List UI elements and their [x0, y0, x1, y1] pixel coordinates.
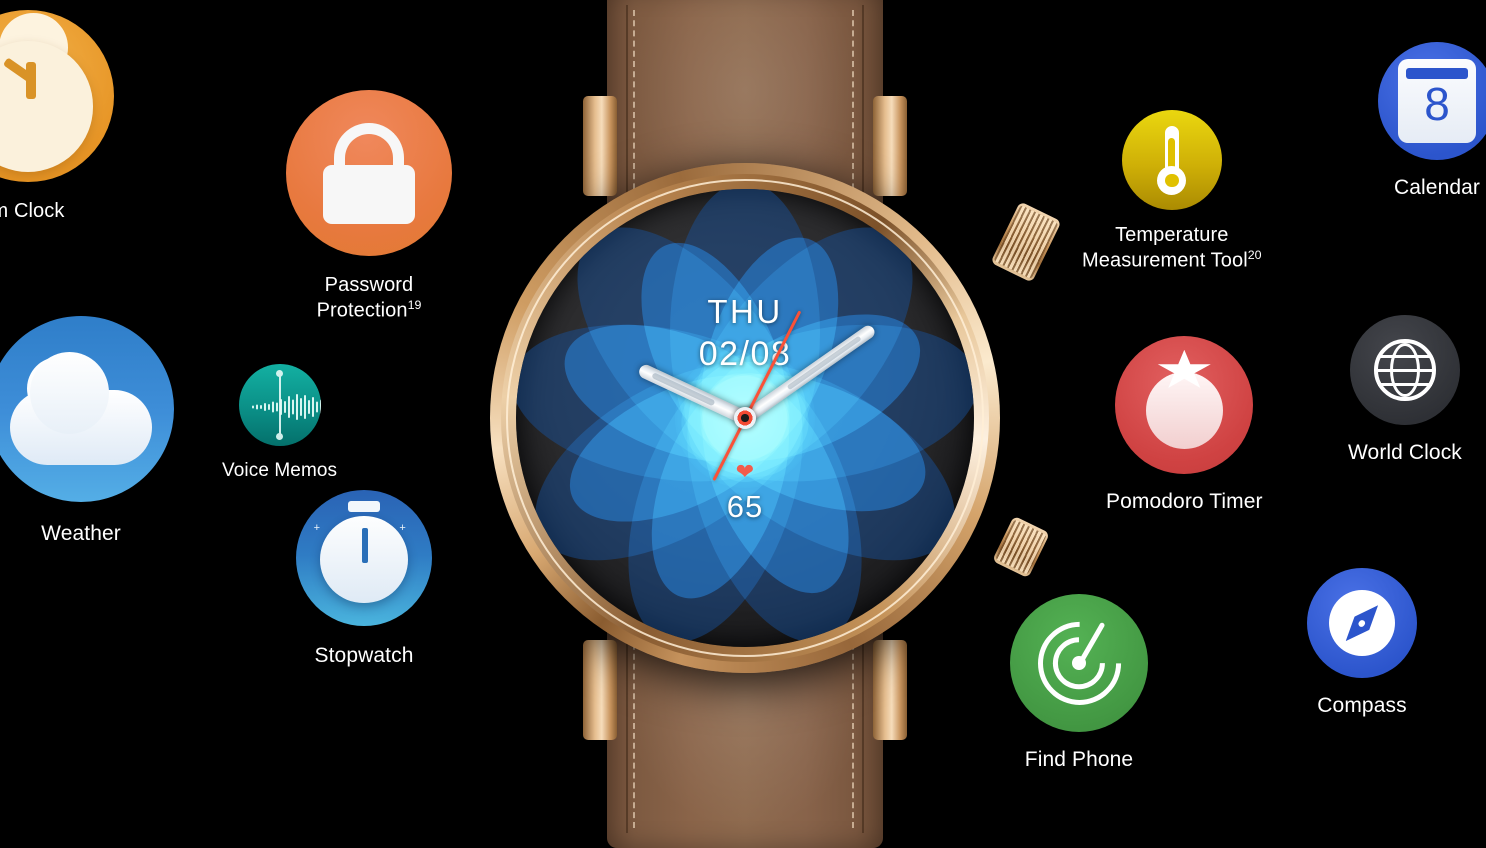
strap-seam-right: [862, 618, 864, 834]
playhead-line-shape: [276, 369, 284, 441]
app-label-password-protection: Password Protection19: [317, 274, 422, 323]
watch-face-heart-rate: 65: [726, 489, 764, 524]
app-label-temperature-measurement-tool: Temperature Measurement Tool20: [1082, 224, 1262, 273]
globe-outline-shape: [1374, 339, 1436, 401]
watch-lug: [873, 640, 907, 740]
watch-lug: [873, 96, 907, 196]
app-label-voice-memos: Voice Memos: [222, 460, 338, 481]
tomato-icon: [1115, 336, 1254, 474]
product-hero-scene: THU 02/08 ❤ 65 Clock Password Protection…: [0, 0, 1486, 848]
footnote-marker: 20: [1247, 247, 1262, 262]
app-tile-temperature-measurement-tool[interactable]: Temperature Measurement Tool20: [1082, 110, 1262, 273]
footnote-marker: 19: [407, 297, 422, 312]
globe-latitude-shape: [1378, 382, 1432, 386]
waveform-icon: [238, 364, 321, 446]
side-button[interactable]: [992, 515, 1050, 579]
lock-body-shape: [322, 164, 416, 225]
watch-case: THU 02/08 ❤ 65: [490, 163, 1000, 673]
label-line-1: Temperature: [1115, 224, 1229, 246]
app-label-calendar: Calendar: [1393, 176, 1481, 199]
stopwatch-button-shape: +: [399, 521, 406, 534]
app-tile-world-clock[interactable]: World Clock: [1348, 315, 1462, 466]
app-tile-find-phone[interactable]: Find Phone: [1010, 594, 1148, 773]
tomato-body-shape: [1145, 371, 1223, 450]
globe-latitude-shape: [1378, 354, 1432, 358]
watch-screen[interactable]: THU 02/08 ❤ 65: [516, 189, 974, 647]
app-tile-pomodoro-timer[interactable]: Pomodoro Timer: [1106, 336, 1263, 515]
strap-stitching-left: [633, 623, 638, 829]
app-label-weather: Weather: [41, 522, 121, 545]
strap-seam-left: [626, 618, 628, 834]
app-label-pomodoro-timer: Pomodoro Timer: [1106, 490, 1263, 513]
moon-cloud-icon: [0, 316, 174, 502]
app-label-stopwatch: Stopwatch: [314, 644, 414, 667]
label-line-2: Protection: [316, 299, 408, 322]
app-label-world-clock: World Clock: [1348, 441, 1462, 464]
watch-lug: [583, 640, 617, 740]
strap-stitching-right: [852, 623, 857, 829]
calendar-icon: 8: [1378, 42, 1486, 160]
globe-equator-shape: [1378, 368, 1432, 372]
smartwatch: THU 02/08 ❤ 65: [455, 0, 1062, 848]
alarm-clock-icon: [0, 10, 114, 182]
cloud-shape: [10, 351, 152, 465]
stopwatch-hand-shape: [361, 528, 369, 564]
globe-icon: [1349, 315, 1460, 425]
watch-face-date: 02/08: [698, 335, 792, 373]
app-tile-voice-memos[interactable]: Voice Memos: [222, 364, 337, 482]
label-line-1: Password: [324, 274, 414, 296]
app-label-find-phone: Find Phone: [1024, 748, 1134, 771]
app-tile-alarm-clock[interactable]: m Clock: [0, 10, 114, 224]
calendar-date-number: 8: [1424, 78, 1450, 131]
app-tile-calendar[interactable]: 8 Calendar: [1378, 42, 1486, 201]
watch-hands-pin: [734, 407, 756, 429]
app-tile-compass[interactable]: Compass: [1307, 568, 1417, 719]
thermometer-icon: [1121, 110, 1222, 210]
watch-face-day: THU: [707, 293, 783, 330]
app-tile-stopwatch[interactable]: + + Stopwatch: [296, 490, 432, 669]
compass-icon: [1307, 568, 1417, 678]
rotating-crown[interactable]: [990, 201, 1062, 283]
lock-icon: [286, 90, 452, 256]
calendar-header-bar-shape: [1405, 67, 1469, 79]
radar-icon: [1010, 594, 1148, 732]
label-line-2: Measurement Tool: [1082, 249, 1248, 272]
watch-lug: [583, 96, 617, 196]
app-tile-password-protection[interactable]: Password Protection19: [286, 90, 452, 323]
radar-center-dot-shape: [1072, 656, 1086, 670]
stopwatch-icon: + +: [296, 490, 432, 626]
app-tile-weather[interactable]: Weather: [0, 316, 174, 547]
heart-icon: ❤: [735, 459, 755, 484]
stopwatch-crown-shape: [347, 500, 381, 512]
calendar-page-shape: 8: [1398, 58, 1476, 144]
app-label-compass: Compass: [1317, 694, 1407, 717]
app-label-alarm-clock: m Clock: [0, 200, 65, 222]
thermometer-bulb-shape: [1157, 166, 1187, 195]
